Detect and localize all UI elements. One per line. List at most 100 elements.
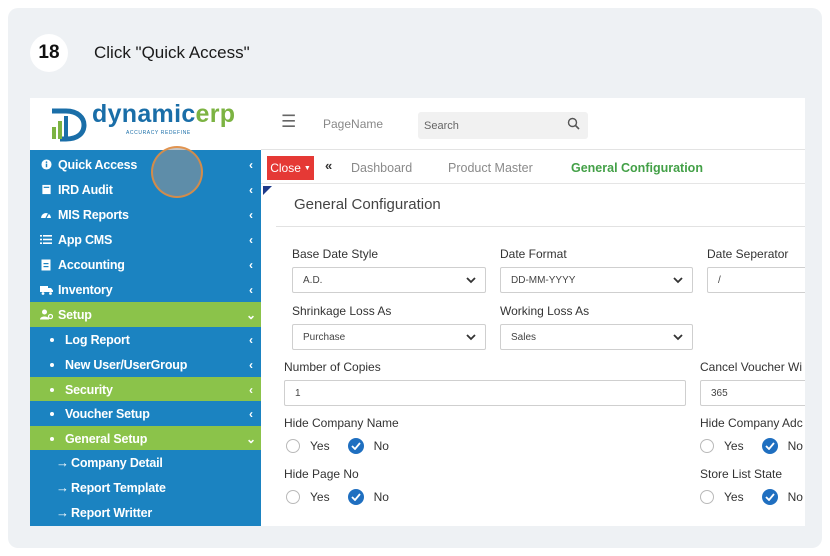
tab-general-configuration[interactable]: General Configuration (571, 161, 703, 175)
dashboard-icon (39, 208, 53, 222)
search-input[interactable] (424, 117, 564, 134)
divider (276, 226, 805, 227)
radio-no-checked[interactable] (761, 489, 778, 505)
logo[interactable]: dynamicerp ACCURACY REDEFINE (30, 98, 261, 150)
sidebar-item-mis-reports[interactable]: MIS Reports ‹ (30, 202, 261, 227)
base-date-style-select[interactable]: A.D. (292, 267, 486, 293)
click-indicator (151, 146, 203, 198)
logo-tagline: ACCURACY REDEFINE (126, 130, 191, 136)
hide-company-name-label: Hide Company Name (284, 416, 399, 430)
radio-yes[interactable] (286, 490, 300, 504)
radio-yes[interactable] (700, 490, 714, 504)
radio-yes[interactable] (700, 439, 714, 453)
chevron-left-icon: ‹ (249, 357, 253, 372)
arrow-right-icon: → (56, 455, 69, 470)
radio-no-checked[interactable] (347, 489, 364, 505)
check-icon (350, 493, 361, 501)
sidebar-item-ird-audit[interactable]: IRD Audit ‹ (30, 177, 261, 202)
tutorial-step-card: 18 Click "Quick Access" dynamicerp ACCUR… (8, 8, 822, 548)
page-title: General Configuration (294, 196, 441, 213)
sidebar-item-app-cms[interactable]: App CMS ‹ (30, 227, 261, 252)
step-number-badge: 18 (30, 34, 68, 72)
page-name: PageName (323, 117, 384, 131)
sidebar-subitem-voucher-setup[interactable]: Voucher Setup ‹ (30, 401, 261, 426)
chevron-down-icon: ⌄ (245, 307, 257, 322)
radio-no-checked[interactable] (761, 438, 778, 454)
chevron-down-icon (673, 334, 683, 341)
close-button[interactable]: Close ▼ (267, 156, 314, 180)
bullet-icon (50, 362, 54, 367)
sidebar-subitem-log-report[interactable]: Log Report ‹ (30, 327, 261, 352)
top-bar: ☰ PageName (261, 98, 805, 150)
check-icon (350, 442, 361, 450)
chevron-down-icon: ⌄ (245, 431, 257, 446)
radio-no-checked[interactable] (347, 438, 364, 454)
tab-bar: Close ▼ « Dashboard Product Master Genera… (261, 150, 805, 184)
chevron-down-icon (673, 277, 683, 284)
search-box (418, 112, 588, 139)
sidebar-item-quick-access[interactable]: Quick Access ‹ (30, 152, 261, 177)
hide-company-address-label: Hide Company Adc (700, 416, 803, 430)
sidebar-subitem-security[interactable]: Security ‹ (30, 377, 261, 402)
radio-yes[interactable] (286, 439, 300, 453)
info-circle-icon (39, 158, 53, 172)
chevron-left-icon: ‹ (249, 382, 253, 397)
step-instruction: Click "Quick Access" (94, 43, 250, 62)
hide-company-address-radio-group: Yes No (700, 438, 803, 454)
store-list-state-label: Store List State (700, 467, 783, 481)
date-separator-select[interactable]: / (707, 267, 805, 293)
chevron-down-icon (466, 334, 476, 341)
number-of-copies-label: Number of Copies (284, 360, 381, 374)
truck-icon (39, 283, 53, 297)
search-icon[interactable] (567, 117, 580, 130)
chevron-left-icon: ‹ (249, 332, 253, 347)
sidebar-subitem-new-user-usergroup[interactable]: New User/UserGroup ‹ (30, 352, 261, 377)
base-date-style-label: Base Date Style (292, 247, 379, 261)
date-separator-label: Date Seperator (707, 247, 789, 261)
sidebar-item-accounting[interactable]: Accounting ‹ (30, 252, 261, 277)
date-format-select[interactable]: DD-MM-YYYY (500, 267, 693, 293)
sidebar-leaf-report-template[interactable]: → Report Template (30, 475, 261, 500)
working-loss-label: Working Loss As (500, 304, 590, 318)
logo-mark-icon (52, 108, 87, 142)
arrow-right-icon: → (56, 480, 69, 495)
bullet-icon (50, 436, 54, 441)
document-icon (39, 258, 53, 272)
hide-page-no-radio-group: Yes No (286, 489, 389, 505)
tab-product-master[interactable]: Product Master (448, 161, 533, 175)
double-chevron-left-icon[interactable]: « (325, 158, 332, 173)
logo-wordmark: dynamicerp (92, 100, 236, 128)
arrow-right-icon: → (56, 505, 69, 520)
app-screenshot: dynamicerp ACCURACY REDEFINE Quick Acces… (30, 98, 805, 526)
sidebar: dynamicerp ACCURACY REDEFINE Quick Acces… (30, 98, 261, 526)
number-of-copies-input[interactable]: 1 (284, 380, 686, 406)
chevron-left-icon: ‹ (249, 232, 253, 247)
working-loss-select[interactable]: Sales (500, 324, 693, 350)
chevron-left-icon: ‹ (249, 406, 253, 421)
cancel-voucher-input[interactable]: 365 (700, 380, 805, 406)
chevron-left-icon: ‹ (249, 257, 253, 272)
sidebar-leaf-company-detail[interactable]: → Company Detail (30, 450, 261, 475)
sidebar-subitem-general-setup[interactable]: General Setup ⌄ (30, 426, 261, 451)
cancel-voucher-label: Cancel Voucher Wi (700, 360, 803, 374)
sidebar-leaf-report-writter[interactable]: → Report Writter (30, 500, 261, 525)
sidebar-item-setup[interactable]: Setup ⌄ (30, 302, 261, 327)
tab-dashboard[interactable]: Dashboard (351, 161, 412, 175)
chevron-down-icon (466, 277, 476, 284)
caret-down-icon: ▼ (303, 164, 311, 172)
corner-marker (263, 186, 272, 195)
hide-page-no-label: Hide Page No (284, 467, 359, 481)
sidebar-item-inventory[interactable]: Inventory ‹ (30, 277, 261, 302)
users-gear-icon (39, 308, 53, 322)
check-icon (764, 442, 775, 450)
chevron-left-icon: ‹ (249, 182, 253, 197)
chevron-left-icon: ‹ (249, 207, 253, 222)
bullet-icon (50, 387, 54, 392)
shrinkage-loss-select[interactable]: Purchase (292, 324, 486, 350)
shrinkage-loss-label: Shrinkage Loss As (292, 304, 392, 318)
chevron-left-icon: ‹ (249, 282, 253, 297)
date-format-label: Date Format (500, 247, 567, 261)
chevron-left-icon: ‹ (249, 157, 253, 172)
hamburger-menu-icon[interactable]: ☰ (281, 112, 296, 132)
check-icon (764, 493, 775, 501)
